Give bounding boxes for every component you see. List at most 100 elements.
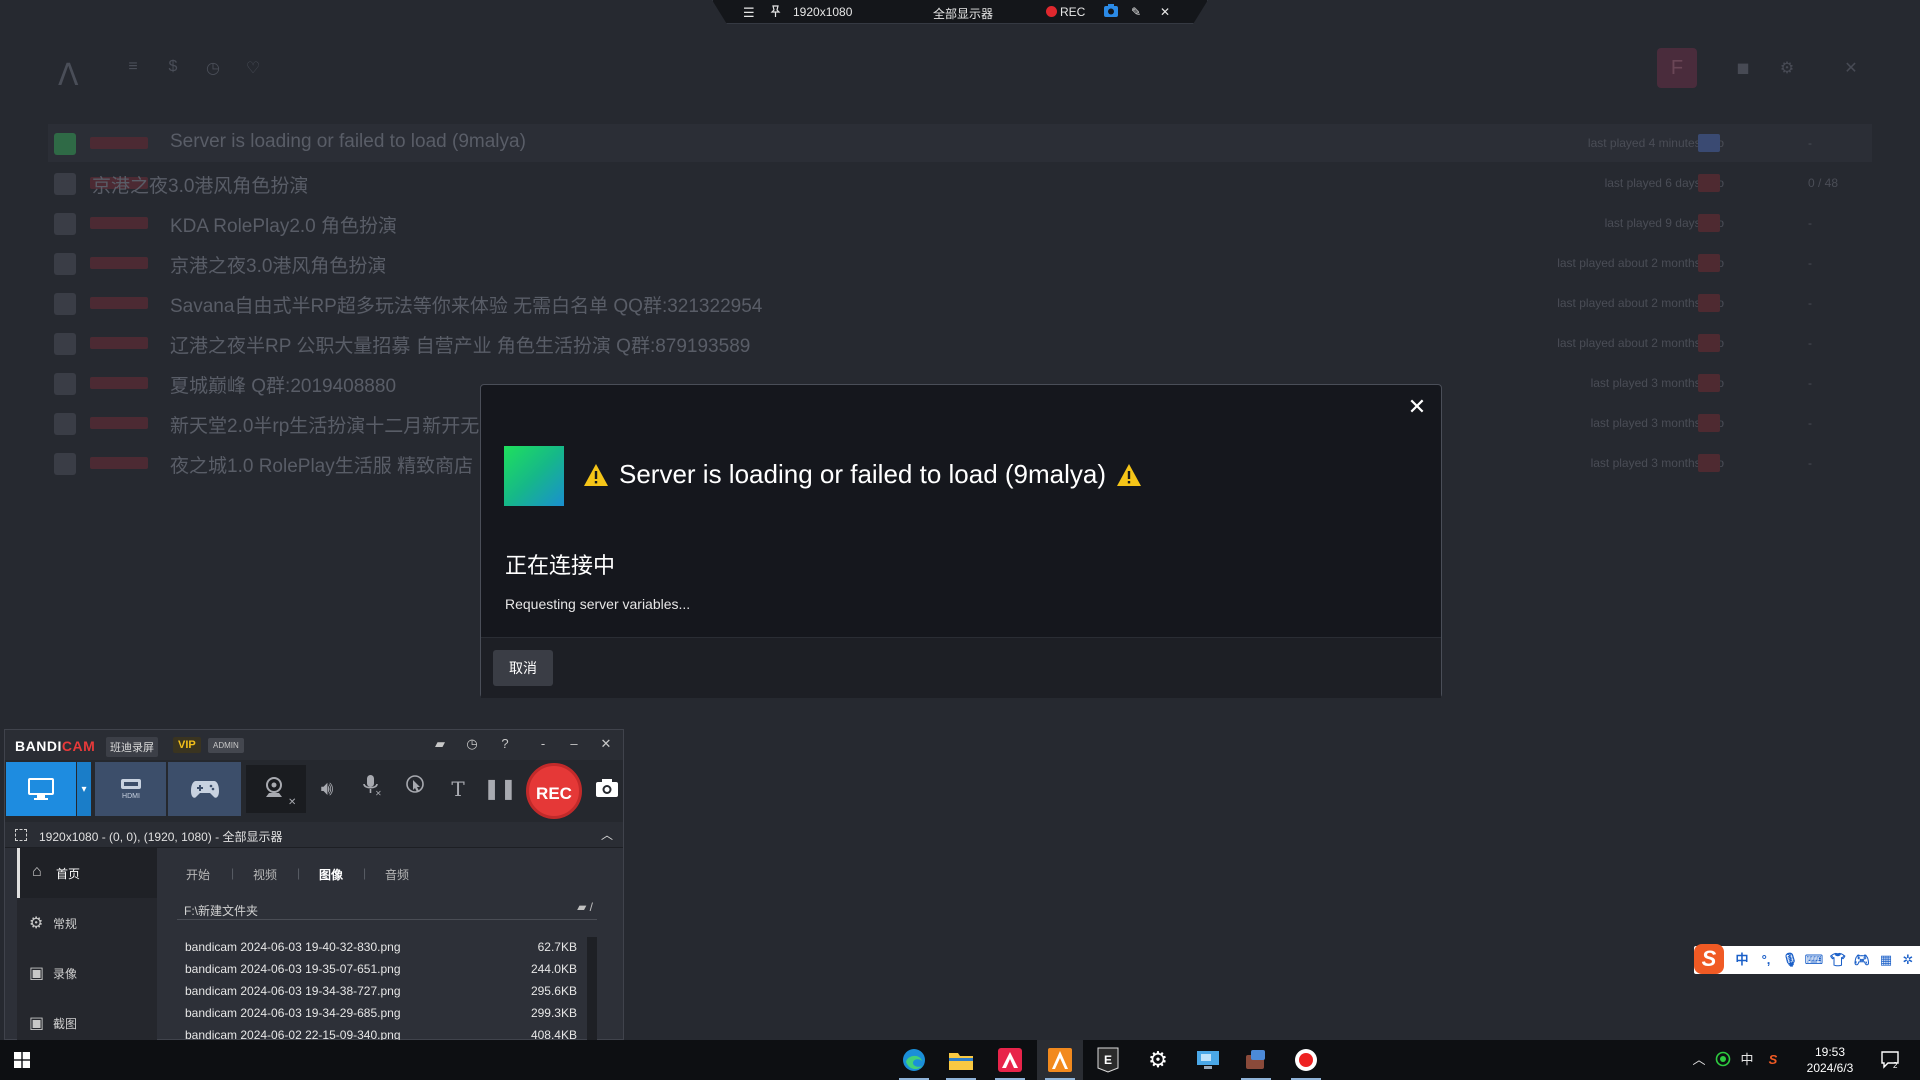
tab-image[interactable]: 图像 [319, 866, 343, 883]
cancel-button[interactable]: 取消 [493, 650, 553, 686]
ime-language-toggle[interactable]: 中 [1732, 950, 1752, 970]
pause-icon[interactable]: ❚❚ [483, 772, 517, 806]
help-icon[interactable]: ? [496, 736, 514, 754]
webcam-overlay-button[interactable]: ✕ [246, 765, 306, 813]
cursor-effect-icon[interactable] [398, 772, 432, 806]
screen-mode-dropdown[interactable]: ▾ [77, 762, 91, 816]
close-recbar-icon[interactable]: ✕ [1160, 5, 1170, 19]
server-tag-badge [90, 417, 148, 429]
monitor-icon [28, 778, 54, 800]
screenshot-settings-icon: ▣ [29, 1015, 45, 1032]
server-name: 京港之夜3.0港风角色扮演 [170, 256, 387, 277]
tray-chevron-up-icon[interactable]: ︿ [1690, 1051, 1708, 1069]
edge-icon[interactable] [891, 1040, 937, 1080]
draw-pencil-icon[interactable]: ✎ [1131, 5, 1141, 19]
epic-games-icon[interactable]: E [1085, 1040, 1131, 1080]
sidebar-item-label: 录像 [53, 967, 78, 981]
server-tag-badge [90, 137, 148, 149]
file-list-item[interactable]: bandicam 2024-06-03 19-40-32-830.png 62.7… [179, 937, 577, 959]
voice-input-icon[interactable]: 🎙︎ [1780, 950, 1800, 970]
rec-button[interactable]: REC [526, 763, 582, 819]
file-explorer-icon[interactable] [938, 1040, 984, 1080]
windows-start-icon[interactable] [14, 1052, 30, 1068]
sogou-logo-icon[interactable]: S [1694, 944, 1724, 974]
screenshot-camera-icon[interactable] [1103, 3, 1119, 21]
server-history-row[interactable]: 京港之夜3.0港风角色扮演 last played about 2 months … [48, 244, 1872, 282]
remote-desktop-icon[interactable] [1185, 1040, 1231, 1080]
app-icon[interactable] [1233, 1040, 1279, 1080]
player-count: - [1808, 416, 1812, 430]
bandicam-record-icon[interactable] [1283, 1040, 1329, 1080]
speaker-icon[interactable]: 🔊︎ [310, 772, 344, 806]
chat-icon[interactable]: ◼ [1732, 58, 1754, 80]
close-icon[interactable]: ✕ [597, 736, 615, 754]
server-history-row[interactable]: Savana自由式半RP超多玩法等你来体验 无需白名单 QQ群:32132295… [48, 284, 1872, 322]
menu-icon[interactable]: ☰ [743, 5, 755, 21]
toolbox-grid-icon[interactable]: ▦ [1876, 950, 1896, 970]
last-played-text: last played about 2 months ago [1557, 296, 1724, 310]
tray-sogou-icon[interactable]: S [1764, 1051, 1782, 1069]
skin-shirt-icon[interactable]: 👕︎ [1828, 950, 1848, 970]
file-list-item[interactable]: bandicam 2024-06-03 19-34-38-727.png 295.… [179, 981, 577, 1003]
text-overlay-icon[interactable]: T [441, 772, 475, 806]
region-select-icon[interactable] [15, 829, 27, 841]
server-history-row[interactable]: Server is loading or failed to load (9ma… [48, 124, 1872, 162]
recording-region-bar[interactable]: 1920x1080 - (0, 0), (1920, 1080) - 全部显示器… [5, 822, 623, 848]
nav-dollar-icon[interactable]: $ [162, 58, 184, 80]
nav-clock-icon[interactable]: ◷ [202, 58, 224, 80]
screenshot-icon[interactable] [595, 774, 619, 802]
close-dialog-button[interactable]: ✕ [1405, 395, 1429, 419]
vip-badge: VIP [173, 737, 201, 753]
user-avatar[interactable]: F [1657, 48, 1697, 88]
launcher-icon[interactable] [1037, 1040, 1083, 1080]
player-count: - [1808, 456, 1812, 470]
bandicam-logo-part: CAM [61, 738, 96, 754]
folder-icon[interactable]: ▰ / [577, 900, 593, 914]
keyboard-icon[interactable]: ⌨ [1804, 950, 1824, 970]
settings-icon[interactable]: ⚙ [1135, 1040, 1181, 1080]
file-list-item[interactable]: bandicam 2024-06-02 22-15-09-340.png 408.… [179, 1025, 577, 1041]
tab-audio[interactable]: 音频 [385, 866, 409, 883]
recording-display-target[interactable]: 全部显示器 [933, 5, 993, 22]
notification-center-icon[interactable]: 2 [1880, 1049, 1902, 1071]
punctuation-icon[interactable]: °, [1756, 950, 1776, 970]
microphone-muted-icon[interactable]: ✕ [354, 772, 388, 806]
timer-icon[interactable]: ◷ [463, 736, 481, 754]
pin-icon[interactable] [769, 5, 782, 21]
server-history-row[interactable]: 京港之夜3.0港风角色扮演 last played 6 days ago 0 / 4… [48, 164, 1872, 202]
output-folder-path[interactable]: F:\新建文件夹 ▰ / [177, 896, 597, 920]
tab-start[interactable]: 开始 [186, 866, 210, 883]
ime-settings-icon[interactable]: ✲ [1898, 950, 1918, 970]
sidebar-item-video[interactable]: ▣ 录像 [17, 948, 157, 998]
rec-indicator[interactable]: REC [1046, 5, 1085, 19]
nav-heart-icon[interactable]: ♡ [242, 58, 264, 80]
tray-network-status-icon[interactable] [1714, 1051, 1732, 1069]
taskbar-clock[interactable]: 19:53 2024/6/3 [1790, 1044, 1870, 1076]
open-folder-icon[interactable]: ▰ [431, 736, 449, 754]
server-history-row[interactable]: 辽港之夜半RP 公职大量招募 自营产业 角色生活扮演 Q群:879193589 l… [48, 324, 1872, 362]
region-flag-icon [1698, 374, 1720, 392]
game-icon[interactable]: 🎮︎ [1852, 950, 1872, 970]
game-mode-button[interactable] [168, 762, 241, 816]
file-list-item[interactable]: bandicam 2024-06-03 19-35-07-651.png 244.… [179, 959, 577, 981]
gear-icon: ⚙ [29, 915, 44, 932]
a-app-icon[interactable] [987, 1040, 1033, 1080]
chevron-up-icon[interactable]: ︿ [601, 826, 613, 843]
tab-video[interactable]: 视频 [253, 866, 277, 883]
tray-ime-language[interactable]: 中 [1738, 1051, 1756, 1069]
file-list-scrollbar[interactable] [587, 937, 597, 1041]
dialog-title-text: Server is loading or failed to load (9ma… [619, 459, 1107, 489]
warning-icon [584, 463, 608, 486]
nav-menu-icon[interactable]: ≡ [122, 58, 144, 80]
device-mode-button[interactable]: HDMI [95, 762, 166, 816]
server-tag-badge [90, 337, 148, 349]
server-history-row[interactable]: KDA RolePlay2.0 角色扮演 last played 9 days a… [48, 204, 1872, 242]
sidebar-item-general[interactable]: ⚙ 常规 [17, 898, 157, 948]
collapse-icon[interactable]: - [534, 736, 552, 754]
file-list-item[interactable]: bandicam 2024-06-03 19-34-29-685.png 299.… [179, 1003, 577, 1025]
sidebar-item-home[interactable]: ⌂ 首页 [17, 848, 157, 898]
screen-mode-button[interactable] [6, 762, 76, 816]
exit-icon[interactable]: ✕ [1840, 58, 1862, 80]
settings-icon[interactable]: ⚙ [1776, 58, 1798, 80]
minimize-icon[interactable]: – [565, 736, 583, 754]
